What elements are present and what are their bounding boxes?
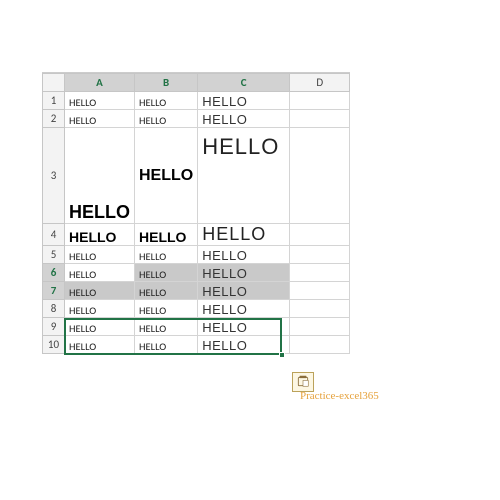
row-header-8[interactable]: 8 bbox=[43, 300, 65, 318]
cell[interactable]: HELLO bbox=[65, 110, 135, 128]
cell[interactable]: HELLO bbox=[135, 110, 198, 128]
cell[interactable] bbox=[290, 128, 350, 224]
cell[interactable] bbox=[290, 318, 350, 336]
row-header-2[interactable]: 2 bbox=[43, 110, 65, 128]
select-all-corner[interactable] bbox=[43, 74, 65, 92]
cell[interactable] bbox=[290, 264, 350, 282]
cell[interactable]: HELLO bbox=[198, 92, 290, 110]
row-header-7[interactable]: 7 bbox=[43, 282, 65, 300]
cell[interactable]: HELLO bbox=[135, 264, 198, 282]
cell[interactable]: HELLO bbox=[198, 224, 290, 246]
cell[interactable]: HELLO bbox=[198, 336, 290, 354]
cell[interactable]: HELLO bbox=[65, 246, 135, 264]
cell[interactable] bbox=[290, 92, 350, 110]
cell-active[interactable]: HELLO bbox=[65, 264, 135, 282]
cell[interactable]: HELLO bbox=[65, 336, 135, 354]
cell[interactable]: HELLO bbox=[198, 246, 290, 264]
spreadsheet-grid[interactable]: A B C D 1 HELLO HELLO HELLO 2 HELLO HELL… bbox=[42, 72, 350, 354]
cell[interactable]: HELLO bbox=[65, 282, 135, 300]
cell[interactable] bbox=[290, 224, 350, 246]
row-header-4[interactable]: 4 bbox=[43, 224, 65, 246]
row-header-3[interactable]: 3 bbox=[43, 128, 65, 224]
cell[interactable]: HELLO bbox=[135, 92, 198, 110]
cell[interactable]: HELLO bbox=[65, 128, 135, 224]
watermark-text: Practice-excel365 bbox=[300, 390, 379, 402]
row-header-1[interactable]: 1 bbox=[43, 92, 65, 110]
cell[interactable]: HELLO bbox=[135, 224, 198, 246]
fill-handle[interactable] bbox=[279, 352, 285, 358]
cell[interactable]: HELLO bbox=[198, 128, 290, 224]
row-header-10[interactable]: 10 bbox=[43, 336, 65, 354]
cell[interactable]: HELLO bbox=[198, 318, 290, 336]
cell[interactable]: HELLO bbox=[65, 318, 135, 336]
cell[interactable]: HELLO bbox=[135, 128, 198, 224]
cell[interactable]: HELLO bbox=[135, 318, 198, 336]
row-header-9[interactable]: 9 bbox=[43, 318, 65, 336]
cell[interactable]: HELLO bbox=[135, 246, 198, 264]
cell[interactable]: HELLO bbox=[198, 300, 290, 318]
cell[interactable] bbox=[290, 300, 350, 318]
cell[interactable]: HELLO bbox=[65, 224, 135, 246]
cell[interactable] bbox=[290, 336, 350, 354]
row-header-6[interactable]: 6 bbox=[43, 264, 65, 282]
cell[interactable]: HELLO bbox=[198, 110, 290, 128]
col-header-d[interactable]: D bbox=[290, 74, 350, 92]
cell[interactable]: HELLO bbox=[198, 282, 290, 300]
cell[interactable]: HELLO bbox=[135, 300, 198, 318]
cell[interactable]: HELLO bbox=[135, 336, 198, 354]
cell[interactable]: HELLO bbox=[135, 282, 198, 300]
col-header-a[interactable]: A bbox=[65, 74, 135, 92]
col-header-b[interactable]: B bbox=[135, 74, 198, 92]
cell[interactable]: HELLO bbox=[198, 264, 290, 282]
paste-options-button[interactable] bbox=[292, 372, 314, 392]
cell[interactable] bbox=[290, 246, 350, 264]
cell[interactable]: HELLO bbox=[65, 92, 135, 110]
cell[interactable]: HELLO bbox=[65, 300, 135, 318]
row-header-5[interactable]: 5 bbox=[43, 246, 65, 264]
col-header-c[interactable]: C bbox=[198, 74, 290, 92]
paste-options-icon bbox=[296, 374, 310, 391]
cell[interactable] bbox=[290, 110, 350, 128]
cell[interactable] bbox=[290, 282, 350, 300]
